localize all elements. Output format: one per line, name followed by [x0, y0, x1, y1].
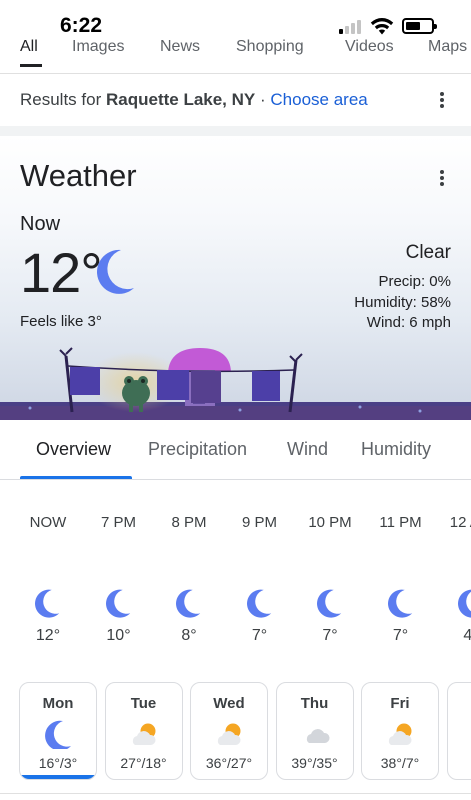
- search-tab-maps[interactable]: Maps: [428, 38, 467, 56]
- moon-icon: [175, 586, 203, 618]
- condition-text: Clear: [405, 242, 451, 263]
- hour-temperature: 4°: [463, 627, 471, 644]
- moon-icon: [387, 586, 415, 618]
- selected-day-indicator: [20, 775, 96, 779]
- moon-icon: [246, 586, 274, 618]
- hour-time: 8 PM: [171, 514, 207, 531]
- choose-area-link[interactable]: Choose area: [270, 90, 367, 109]
- hour-time: 10 PM: [308, 514, 352, 531]
- hourly-item[interactable]: 7 PM 10°: [84, 480, 154, 670]
- tab-wind[interactable]: Wind: [287, 439, 328, 460]
- search-tab-indicator: [20, 64, 42, 67]
- day-name: Fri: [390, 695, 410, 712]
- weather-card: Weather Now 12° Feels like 3° Clear Prec…: [0, 136, 471, 420]
- moon-icon: [96, 249, 134, 294]
- hour-temperature: 10°: [106, 627, 131, 644]
- weather-more-options-icon[interactable]: [432, 168, 452, 188]
- search-tab-videos[interactable]: Videos: [345, 38, 394, 56]
- day-card[interactable]: Thu 39°/35°: [275, 682, 354, 780]
- hourly-item[interactable]: 10 PM 7°: [295, 480, 365, 670]
- battery-icon: [402, 18, 437, 34]
- hour-temperature: 8°: [181, 627, 197, 644]
- humidity-stat: Humidity: 58%: [354, 293, 451, 311]
- cellular-signal-icon: [339, 20, 363, 34]
- day-temperature-range: 27°/18°: [120, 755, 167, 771]
- hourly-forecast[interactable]: NOW 12° 7 PM 10° 8 PM 8° 9 PM 7° 10 PM 7° 11 PM 7° 1…: [0, 480, 471, 670]
- moon-icon: [44, 719, 74, 751]
- search-tab-images[interactable]: Images: [72, 38, 124, 56]
- search-tab-news[interactable]: News: [160, 38, 200, 56]
- moon-icon: [34, 586, 62, 618]
- hourly-item[interactable]: 8 PM 8°: [154, 480, 224, 670]
- weather-title: Weather: [20, 158, 137, 193]
- tab-overview[interactable]: Overview: [36, 439, 111, 460]
- partly-cloudy-icon: [130, 719, 160, 749]
- search-tabs: All Images News Shopping Videos Maps: [0, 36, 471, 74]
- day-card[interactable]: Mon 16°/3°: [19, 682, 97, 780]
- results-location-row: Results for Raquette Lake, NY · Choose a…: [0, 74, 471, 126]
- wind-stat: Wind: 6 mph: [366, 314, 451, 331]
- hour-time: 12 AM: [449, 514, 471, 531]
- bottom-divider: [0, 793, 471, 794]
- hour-temperature: 7°: [251, 627, 268, 644]
- moon-icon: [457, 586, 471, 618]
- hour-time: 9 PM: [241, 514, 277, 531]
- results-separator: ·: [259, 90, 266, 109]
- hourly-item[interactable]: 11 PM 7°: [366, 480, 436, 670]
- cloudy-icon: [301, 719, 331, 749]
- partly-cloudy-icon: [215, 719, 245, 749]
- now-label: Now: [20, 213, 61, 235]
- hourly-item[interactable]: 12 AM 4°: [436, 480, 471, 670]
- day-name: Wed: [213, 695, 245, 712]
- results-location: Raquette Lake, NY: [105, 90, 256, 109]
- weather-tabs: Overview Precipitation Wind Humidity: [0, 420, 471, 480]
- current-temperature: 12°: [20, 241, 103, 304]
- day-card[interactable]: Wed 36°/27°: [190, 682, 268, 780]
- moon-icon: [316, 586, 344, 618]
- hour-temperature: 7°: [392, 627, 409, 644]
- day-temperature-range: 1: [448, 755, 471, 771]
- hour-time: 11 PM: [379, 514, 422, 531]
- tab-precipitation[interactable]: Precipitation: [148, 439, 247, 460]
- partly-cloudy-icon: [386, 719, 416, 749]
- precipitation-stat: Precip: 0%: [378, 273, 451, 290]
- day-card[interactable]: Fri 38°/7°: [361, 682, 439, 780]
- day-temperature-range: 36°/27°: [205, 755, 253, 771]
- tab-humidity[interactable]: Humidity: [361, 439, 431, 460]
- search-tab-shopping[interactable]: Shopping: [236, 38, 304, 56]
- daily-forecast[interactable]: Mon 16°/3° Tue 27°/18° Wed 36°/27° Thu 39°/35° F…: [0, 672, 471, 800]
- weather-stats: Precip: 0% Humidity: 58% Wind: 6 mph: [354, 272, 451, 334]
- wifi-icon: [370, 18, 394, 35]
- moon-icon: [105, 586, 133, 618]
- day-card[interactable]: 1: [446, 682, 471, 780]
- active-tab-indicator: [20, 476, 132, 479]
- day-name: Thu: [300, 695, 329, 712]
- weather-illustration: [0, 347, 471, 420]
- section-divider: [0, 126, 471, 136]
- hour-time: 7 PM: [100, 514, 136, 531]
- results-more-options-icon[interactable]: [432, 90, 452, 110]
- status-time: 6:22: [60, 14, 103, 37]
- hourly-item[interactable]: 9 PM 7°: [225, 480, 295, 670]
- day-temperature-range: 16°/3°: [38, 755, 78, 771]
- results-prefix: Results for: [20, 90, 102, 109]
- hour-time: NOW: [29, 514, 67, 531]
- hour-temperature: 7°: [322, 627, 338, 644]
- results-location-text: Results for Raquette Lake, NY · Choose a…: [20, 90, 368, 110]
- day-temperature-range: 39°/35°: [291, 755, 338, 771]
- feels-like: Feels like 3°: [20, 313, 102, 330]
- hourly-item[interactable]: NOW 12°: [13, 480, 83, 670]
- hour-temperature: 12°: [35, 627, 61, 644]
- search-tab-all[interactable]: All: [20, 38, 38, 56]
- day-name: Mon: [42, 695, 74, 712]
- day-card[interactable]: Tue 27°/18°: [104, 682, 183, 780]
- day-temperature-range: 38°/7°: [380, 755, 420, 771]
- day-name: Tue: [130, 695, 157, 712]
